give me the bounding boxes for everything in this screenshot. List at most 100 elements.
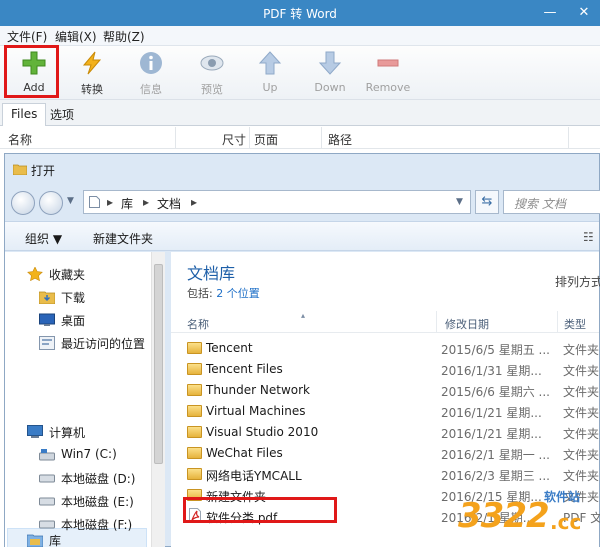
dialog-title: 打开 xyxy=(31,164,56,178)
drive-icon xyxy=(39,474,55,483)
chevron-right-icon[interactable]: ▸ xyxy=(191,195,197,209)
file-date: 2015/6/5 星期五 ... xyxy=(441,343,550,357)
remove-label: Remove xyxy=(365,81,411,94)
dialog-title-bar: 打开 xyxy=(5,154,599,184)
library-includes-label: 包括: xyxy=(187,287,217,300)
list-item[interactable]: Tencent 2015/6/5 星期五 ... 文件夹 xyxy=(171,338,599,359)
tab-bar: Files 选项 xyxy=(0,100,600,126)
column-divider xyxy=(175,127,176,149)
chevron-right-icon[interactable]: ▸ xyxy=(107,195,113,209)
list-item[interactable]: Visual Studio 2010 2016/1/21 星期... 文件夹 xyxy=(171,422,599,443)
file-date: 2015/6/6 星期六 ... xyxy=(441,385,550,399)
search-input[interactable]: 搜索 文档 xyxy=(503,190,600,214)
file-name: Tencent Files xyxy=(206,362,283,376)
minus-icon xyxy=(377,59,399,67)
file-date: 2016/2/1 星期一 ... xyxy=(441,448,550,462)
info-button[interactable]: 信息 xyxy=(126,48,176,98)
address-bar[interactable]: ▸ 库 ▸ 文档 ▸ ▼ xyxy=(83,190,471,214)
toolbar: Add 转换 信息 预览 Up Down Remove xyxy=(0,46,600,100)
column-divider xyxy=(557,311,558,333)
file-name: 网络电话YMCALL xyxy=(206,469,302,483)
arrow-down-icon xyxy=(318,51,342,75)
list-item[interactable]: WeChat Files 2016/2/1 星期一 ... 文件夹 xyxy=(171,443,599,464)
folder-icon xyxy=(187,405,202,417)
watermark-number: 3322 xyxy=(458,496,550,536)
minimize-button[interactable]: — xyxy=(540,3,560,23)
column-type[interactable]: 类型 xyxy=(564,316,586,332)
column-size[interactable]: 尺寸 xyxy=(222,131,246,148)
folder-icon xyxy=(187,447,202,459)
view-options-icon[interactable]: ☷ xyxy=(583,230,594,244)
list-item[interactable]: Virtual Machines 2016/1/21 星期... 文件夹 xyxy=(171,401,599,422)
organize-button[interactable]: 组织 ▼ xyxy=(25,230,62,247)
close-button[interactable]: ✕ xyxy=(574,3,594,23)
file-date: 2016/1/31 星期... xyxy=(441,364,542,378)
up-button[interactable]: Up xyxy=(245,48,295,98)
back-button[interactable] xyxy=(11,191,35,215)
list-item[interactable]: Thunder Network 2015/6/6 星期六 ... 文件夹 xyxy=(171,380,599,401)
file-type: 文件夹 xyxy=(563,448,600,462)
file-date: 2016/2/3 星期三 ... xyxy=(441,469,550,483)
folder-icon xyxy=(187,342,202,354)
navigation-scrollbar[interactable] xyxy=(151,252,165,547)
forward-button[interactable] xyxy=(39,191,63,215)
menu-help[interactable]: 帮助(Z) xyxy=(103,28,145,45)
library-includes: 包括: 2 个位置 xyxy=(187,285,260,301)
refresh-icon[interactable]: ⇆ xyxy=(475,190,499,214)
folder-icon xyxy=(187,363,202,375)
tab-options[interactable]: 选项 xyxy=(42,103,82,126)
column-name[interactable]: 名称 xyxy=(8,131,32,148)
scrollbar-thumb[interactable] xyxy=(154,264,163,464)
down-button[interactable]: Down xyxy=(305,48,355,98)
nav-libraries-label: 库 xyxy=(49,534,62,547)
menu-file[interactable]: 文件(F) xyxy=(7,28,47,45)
nav-downloads-label: 下载 xyxy=(61,291,86,305)
nav-drive-e-label: 本地磁盘 (E:) xyxy=(61,495,134,509)
column-path[interactable]: 路径 xyxy=(328,131,352,148)
system-drive-icon xyxy=(39,449,55,461)
library-icon xyxy=(27,534,43,547)
breadcrumb-documents[interactable]: 文档 xyxy=(157,195,181,212)
nav-favorites-label: 收藏夹 xyxy=(49,268,86,282)
command-bar: 组织 ▼ 新建文件夹 ☷ xyxy=(5,221,599,251)
preview-label: 预览 xyxy=(201,83,223,96)
chevron-right-icon[interactable]: ▸ xyxy=(143,195,149,209)
info-icon xyxy=(140,52,162,74)
column-divider xyxy=(436,311,437,333)
watermark-domain: .cc xyxy=(550,510,582,534)
tab-files[interactable]: Files xyxy=(2,103,47,126)
download-folder-icon xyxy=(39,291,55,304)
document-icon xyxy=(89,196,100,208)
new-folder-button[interactable]: 新建文件夹 xyxy=(93,230,153,247)
nav-drive-c-label: Win7 (C:) xyxy=(61,447,117,461)
menu-bar: 文件(F) 编辑(X) 帮助(Z) xyxy=(0,26,600,46)
chevron-down-icon[interactable]: ▼ xyxy=(456,197,463,207)
library-locations-link[interactable]: 2 个位置 xyxy=(216,287,260,300)
recent-places-icon xyxy=(39,336,55,350)
arrange-by-label[interactable]: 排列方式 xyxy=(555,273,600,290)
star-icon xyxy=(27,267,43,281)
title-bar: PDF 转 Word — ✕ xyxy=(0,0,600,26)
nav-desktop-label: 桌面 xyxy=(61,314,86,328)
library-title: 文档库 xyxy=(187,264,236,283)
nav-recent-label: 最近访问的位置 xyxy=(61,337,146,351)
column-modified[interactable]: 修改日期 xyxy=(445,316,489,332)
info-label: 信息 xyxy=(140,83,162,96)
drive-icon xyxy=(39,497,55,506)
remove-button[interactable]: Remove xyxy=(363,48,413,98)
navigation-row: ▼ ▸ 库 ▸ 文档 ▸ ▼ ⇆ 搜索 文档 xyxy=(5,186,600,218)
convert-button[interactable]: 转换 xyxy=(67,48,117,98)
menu-edit[interactable]: 编辑(X) xyxy=(55,28,97,45)
file-date: 2016/1/21 星期... xyxy=(441,406,542,420)
window-title: PDF 转 Word xyxy=(263,7,337,21)
column-name[interactable]: 名称 xyxy=(187,316,209,332)
down-label: Down xyxy=(314,81,346,94)
chevron-down-icon[interactable]: ▼ xyxy=(67,196,74,206)
column-pages[interactable]: 页面 xyxy=(254,131,278,148)
watermark-site: 软件站 xyxy=(544,490,581,504)
preview-button[interactable]: 预览 xyxy=(187,48,237,98)
list-item[interactable]: Tencent Files 2016/1/31 星期... 文件夹 xyxy=(171,359,599,380)
pdf-highlight-box xyxy=(183,497,337,523)
list-item[interactable]: 网络电话YMCALL 2016/2/3 星期三 ... 文件夹 xyxy=(171,464,599,485)
breadcrumb-libraries[interactable]: 库 xyxy=(121,195,133,212)
